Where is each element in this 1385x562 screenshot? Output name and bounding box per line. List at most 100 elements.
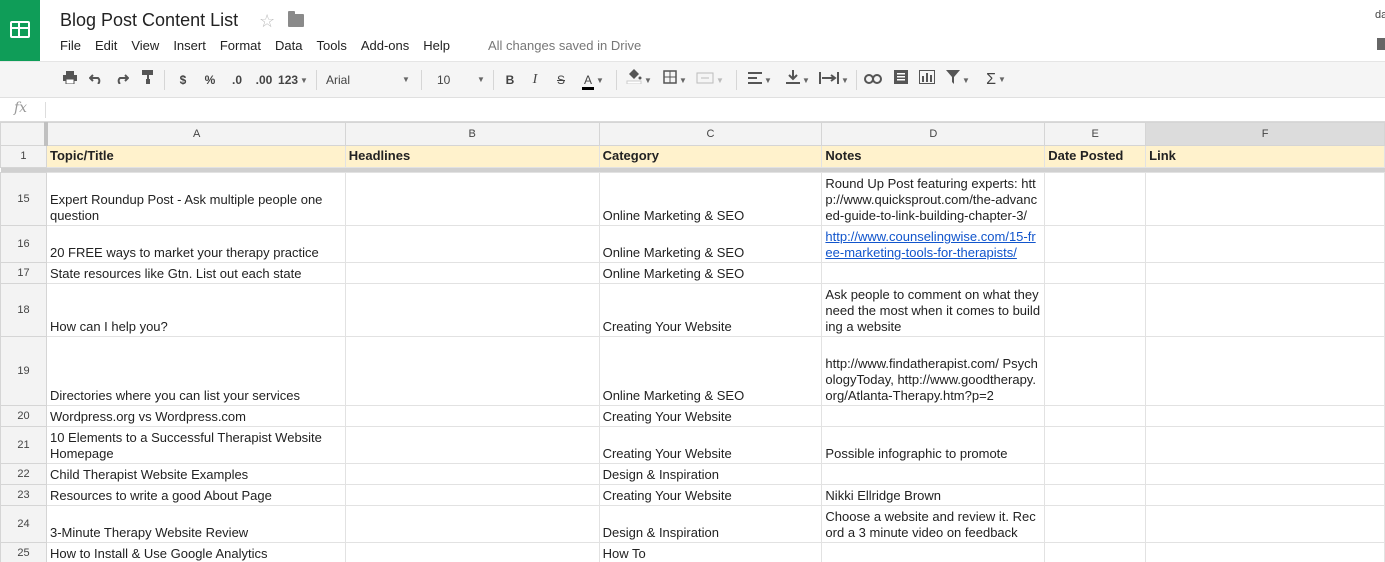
cell-b[interactable] xyxy=(344,484,600,506)
column-header-e[interactable]: E xyxy=(1044,122,1147,146)
header-cell-topic[interactable]: Topic/Title xyxy=(45,145,346,168)
row-header[interactable]: 23 xyxy=(0,484,47,506)
currency-format-button[interactable]: $ xyxy=(174,62,192,98)
cell-c[interactable]: Design & Inspiration xyxy=(598,463,823,485)
cell-e[interactable] xyxy=(1044,262,1147,284)
insert-comment-icon[interactable] xyxy=(890,62,912,98)
cell-d[interactable] xyxy=(821,542,1046,562)
cell-e[interactable] xyxy=(1044,505,1147,543)
menu-help[interactable]: Help xyxy=(423,38,450,54)
cell-a[interactable]: Child Therapist Website Examples xyxy=(45,463,346,485)
row-header[interactable]: 19 xyxy=(0,336,47,406)
cell-f[interactable] xyxy=(1145,426,1385,464)
cell-d[interactable] xyxy=(821,262,1046,284)
cell-b[interactable] xyxy=(344,426,600,464)
cell-d[interactable] xyxy=(821,405,1046,427)
functions-button[interactable]: Σ ▼ xyxy=(980,62,1012,98)
undo-icon[interactable] xyxy=(86,62,106,98)
cell-d[interactable]: Choose a website and review it. Record a… xyxy=(821,505,1046,543)
cell-f[interactable] xyxy=(1145,405,1385,427)
cell-d[interactable]: Nikki Ellridge Brown xyxy=(821,484,1046,506)
comments-icon[interactable] xyxy=(1377,38,1385,50)
star-icon[interactable]: ☆ xyxy=(259,11,275,31)
row-header[interactable]: 16 xyxy=(0,225,47,263)
row-header[interactable]: 17 xyxy=(0,262,47,284)
vertical-align-button[interactable]: ▼ xyxy=(782,62,814,98)
document-title[interactable]: Blog Post Content List xyxy=(60,10,238,31)
menu-file[interactable]: File xyxy=(60,38,81,54)
cell-c[interactable]: Creating Your Website xyxy=(598,405,823,427)
select-all-corner[interactable] xyxy=(0,122,49,146)
folder-icon[interactable] xyxy=(288,11,304,27)
redo-icon[interactable] xyxy=(112,62,132,98)
cell-b[interactable] xyxy=(344,283,600,337)
borders-button[interactable]: ▼ xyxy=(660,62,690,98)
menu-view[interactable]: View xyxy=(131,38,159,54)
cell-b[interactable] xyxy=(344,463,600,485)
cell-d[interactable]: Possible infographic to promote xyxy=(821,426,1046,464)
header-cell-notes[interactable]: Notes xyxy=(821,145,1046,168)
cell-f[interactable] xyxy=(1145,336,1385,406)
bold-button[interactable]: B xyxy=(502,62,518,98)
text-wrapping-button[interactable]: ▼ xyxy=(816,62,852,98)
menu-tools[interactable]: Tools xyxy=(316,38,346,54)
menu-insert[interactable]: Insert xyxy=(173,38,206,54)
insert-chart-icon[interactable] xyxy=(916,62,938,98)
fill-color-button[interactable]: ▼ xyxy=(624,62,654,98)
row-header[interactable]: 21 xyxy=(0,426,47,464)
cell-a[interactable]: How can I help you? xyxy=(45,283,346,337)
row-header[interactable]: 24 xyxy=(0,505,47,543)
row-header[interactable]: 1 xyxy=(0,145,47,168)
horizontal-align-button[interactable]: ▼ xyxy=(744,62,776,98)
cell-e[interactable] xyxy=(1044,426,1147,464)
menu-edit[interactable]: Edit xyxy=(95,38,117,54)
user-account[interactable]: da xyxy=(1375,9,1385,21)
cell-a[interactable]: 3-Minute Therapy Website Review xyxy=(45,505,346,543)
column-header-a[interactable]: A xyxy=(45,122,346,146)
cell-d[interactable]: http://www.findatherapist.com/ Psycholog… xyxy=(821,336,1046,406)
row-header[interactable]: 20 xyxy=(0,405,47,427)
save-status[interactable]: All changes saved in Drive xyxy=(488,38,641,53)
text-color-button[interactable]: A ▼ xyxy=(576,62,610,98)
cell-c[interactable]: Creating Your Website xyxy=(598,484,823,506)
cell-a[interactable]: State resources like Gtn. List out each … xyxy=(45,262,346,284)
cell-f[interactable] xyxy=(1145,225,1385,263)
font-family-dropdown[interactable]: Arial ▼ xyxy=(326,62,412,98)
header-cell-date-posted[interactable]: Date Posted xyxy=(1044,145,1147,168)
cell-c[interactable]: Online Marketing & SEO xyxy=(598,172,823,226)
sheets-logo-icon[interactable] xyxy=(0,0,40,61)
cell-b[interactable] xyxy=(344,225,600,263)
column-header-f[interactable]: F xyxy=(1145,122,1385,146)
cell-e[interactable] xyxy=(1044,463,1147,485)
cell-b[interactable] xyxy=(344,542,600,562)
row-header[interactable]: 15 xyxy=(0,172,47,226)
cell-f[interactable] xyxy=(1145,505,1385,543)
cell-e[interactable] xyxy=(1044,405,1147,427)
cell-a[interactable]: 20 FREE ways to market your therapy prac… xyxy=(45,225,346,263)
cell-a[interactable]: Resources to write a good About Page xyxy=(45,484,346,506)
merge-cells-button[interactable]: ▼ xyxy=(694,62,726,98)
cell-a[interactable]: How to Install & Use Google Analytics xyxy=(45,542,346,562)
cell-f[interactable] xyxy=(1145,283,1385,337)
row-header[interactable]: 25 xyxy=(0,542,47,562)
print-icon[interactable] xyxy=(60,62,80,98)
font-size-dropdown[interactable]: 10 ▼ xyxy=(437,62,487,98)
header-cell-link[interactable]: Link xyxy=(1145,145,1385,168)
cell-f[interactable] xyxy=(1145,172,1385,226)
header-cell-headlines[interactable]: Headlines xyxy=(344,145,600,168)
decrease-decimal-button[interactable]: .0 xyxy=(226,62,248,98)
cell-a[interactable]: Directories where you can list your serv… xyxy=(45,336,346,406)
row-header[interactable]: 22 xyxy=(0,463,47,485)
cell-f[interactable] xyxy=(1145,484,1385,506)
cell-b[interactable] xyxy=(344,172,600,226)
row-header[interactable]: 18 xyxy=(0,283,47,337)
cell-c[interactable]: Online Marketing & SEO xyxy=(598,262,823,284)
cell-d[interactable]: Ask people to comment on what they need … xyxy=(821,283,1046,337)
paint-format-icon[interactable] xyxy=(138,62,158,98)
insert-link-icon[interactable] xyxy=(862,62,884,98)
cell-b[interactable] xyxy=(344,262,600,284)
cell-e[interactable] xyxy=(1044,225,1147,263)
cell-e[interactable] xyxy=(1044,542,1147,562)
column-header-c[interactable]: C xyxy=(598,122,823,146)
cell-e[interactable] xyxy=(1044,336,1147,406)
